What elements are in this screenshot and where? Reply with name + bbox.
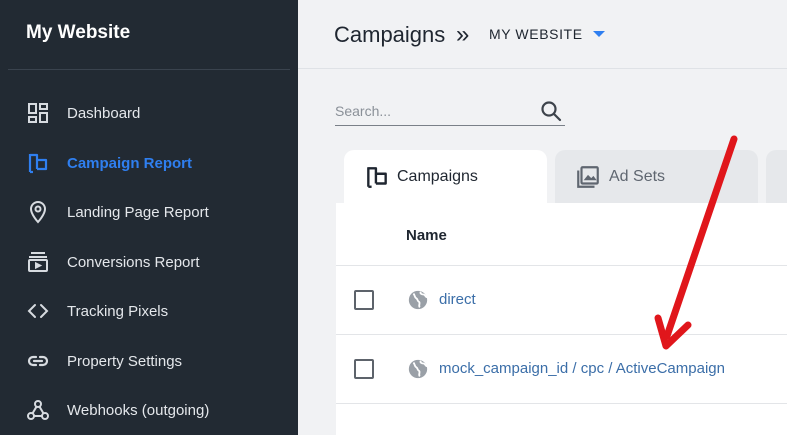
- sidebar-item-label: Webhooks (outgoing): [67, 401, 210, 419]
- campaign-name-link[interactable]: direct: [439, 291, 476, 308]
- table-row: mock_campaign_id / cpc / ActiveCampaign: [336, 335, 787, 404]
- sidebar-item-campaign-report[interactable]: Campaign Report: [0, 143, 298, 183]
- brand-title[interactable]: My Website: [26, 22, 130, 44]
- table-row: direct: [336, 266, 787, 335]
- sidebar-item-label: Property Settings: [67, 352, 183, 370]
- image-icon: [577, 165, 599, 188]
- globe-icon: [408, 290, 428, 310]
- row-checkbox[interactable]: [354, 359, 374, 379]
- page-title: Campaigns: [334, 22, 446, 47]
- sidebar-item-label: Dashboard: [67, 104, 141, 122]
- tab-more[interactable]: [766, 150, 787, 203]
- sidebar-item-landing-page-report[interactable]: Landing Page Report: [0, 192, 298, 232]
- sidebar-item-dashboard[interactable]: Dashboard: [0, 93, 298, 133]
- sidebar-item-label: Campaign Report: [67, 154, 193, 172]
- main-content: Campaigns » MY WEBSITE Campaigns Ad Sets…: [298, 0, 787, 435]
- site-selector-dropdown[interactable]: MY WEBSITE: [489, 26, 605, 42]
- search-icon[interactable]: [539, 99, 563, 123]
- dashboard-icon: [26, 101, 50, 125]
- sidebar-item-label: Landing Page Report: [67, 203, 209, 221]
- conversions-icon: [26, 250, 50, 274]
- sidebar: My Website Dashboard Campaign Report Lan…: [0, 0, 298, 435]
- tab-label: Campaigns: [397, 167, 478, 185]
- sidebar-item-tracking-pixels[interactable]: Tracking Pixels: [0, 291, 298, 331]
- link-icon: [26, 349, 50, 373]
- tab-ad-sets[interactable]: Ad Sets: [555, 150, 758, 203]
- sidebar-item-webhooks[interactable]: Webhooks (outgoing): [0, 390, 298, 430]
- sidebar-item-label: Conversions Report: [67, 253, 200, 271]
- code-icon: [26, 299, 50, 323]
- globe-icon: [408, 359, 428, 379]
- flag-icon: [367, 166, 387, 188]
- breadcrumb-separator: »: [456, 21, 470, 48]
- sidebar-item-conversions-report[interactable]: Conversions Report: [0, 242, 298, 282]
- tab-label: Ad Sets: [609, 167, 666, 185]
- site-selector-label: MY WEBSITE: [489, 26, 583, 42]
- page-header: Campaigns » MY WEBSITE: [298, 0, 787, 69]
- webhook-icon: [26, 398, 50, 422]
- location-pin-icon: [26, 200, 50, 224]
- search-input[interactable]: [335, 100, 530, 122]
- sidebar-divider: [8, 69, 290, 70]
- row-checkbox[interactable]: [354, 290, 374, 310]
- search-box: [335, 96, 565, 126]
- sidebar-item-property-settings[interactable]: Property Settings: [0, 341, 298, 381]
- flag-icon: [26, 151, 50, 175]
- caret-down-icon: [592, 31, 605, 37]
- column-header-name[interactable]: Name: [406, 227, 447, 244]
- campaign-name-link[interactable]: mock_campaign_id / cpc / ActiveCampaign: [439, 360, 725, 377]
- tab-campaigns[interactable]: Campaigns: [344, 150, 547, 203]
- sidebar-item-label: Tracking Pixels: [67, 302, 169, 320]
- campaigns-table: Name direct mock_campaign_id / cpc / Act…: [336, 203, 787, 435]
- table-header: Name: [336, 203, 787, 266]
